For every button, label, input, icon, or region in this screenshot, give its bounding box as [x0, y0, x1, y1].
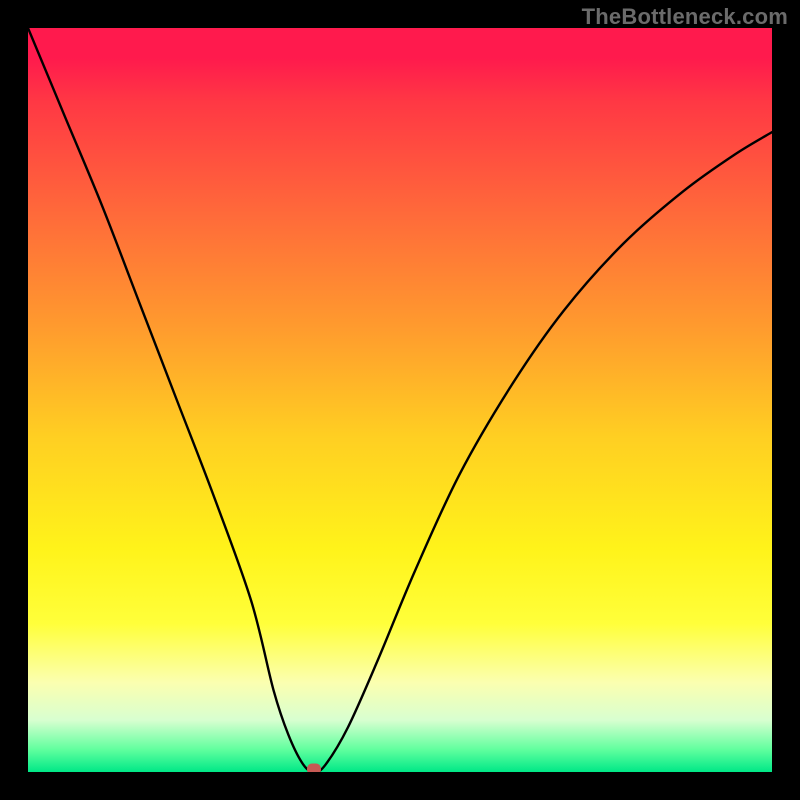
chart-frame: TheBottleneck.com — [0, 0, 800, 800]
watermark-text: TheBottleneck.com — [582, 4, 788, 30]
plot-area — [28, 28, 772, 772]
bottleneck-curve — [28, 28, 772, 772]
optimal-point-marker — [307, 764, 321, 773]
